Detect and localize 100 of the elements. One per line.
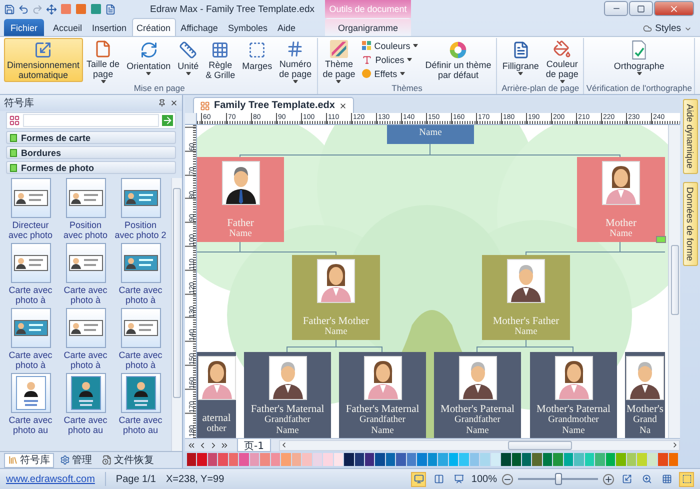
file-tab[interactable]: Fichier bbox=[4, 19, 44, 36]
collapse-icon[interactable] bbox=[656, 236, 666, 243]
card-thumbnail[interactable] bbox=[14, 255, 48, 271]
ribbon-button[interactable]: Effets bbox=[359, 67, 422, 80]
portrait-card-thumbnail[interactable] bbox=[16, 376, 46, 410]
color-swatch[interactable] bbox=[564, 453, 574, 466]
color-swatch[interactable] bbox=[574, 453, 584, 466]
color-swatch[interactable] bbox=[532, 453, 542, 466]
color-swatch[interactable] bbox=[553, 453, 563, 466]
color-swatch[interactable] bbox=[228, 453, 238, 466]
ribbon-button[interactable]: Marges bbox=[239, 38, 276, 82]
color-swatch[interactable] bbox=[323, 453, 333, 466]
arrow-right-icon[interactable] bbox=[162, 115, 173, 126]
zoom-out-icon[interactable] bbox=[502, 474, 513, 484]
color-swatch[interactable] bbox=[197, 453, 207, 466]
color-swatch[interactable] bbox=[470, 453, 480, 466]
ribbon-button[interactable]: Couleur de page bbox=[542, 38, 582, 82]
color-swatch[interactable] bbox=[626, 453, 636, 466]
color-swatch[interactable] bbox=[334, 453, 344, 466]
color-swatch[interactable] bbox=[270, 453, 280, 466]
panel-tab[interactable]: 符号库 bbox=[4, 452, 54, 468]
ribbon-button[interactable]: Orientation bbox=[124, 38, 174, 82]
color-swatch[interactable] bbox=[396, 453, 406, 466]
styles-button[interactable]: Styles bbox=[643, 23, 692, 34]
fit-width-button[interactable] bbox=[679, 472, 694, 486]
color-swatch[interactable] bbox=[606, 453, 616, 466]
color-swatch[interactable] bbox=[208, 453, 218, 466]
card-thumbnail[interactable] bbox=[68, 320, 102, 336]
page-tab[interactable]: 页-1 bbox=[237, 438, 271, 452]
ribbon-button[interactable]: Dimensionnement automatique bbox=[4, 38, 83, 82]
color-swatch[interactable] bbox=[406, 453, 416, 466]
color-swatch[interactable] bbox=[312, 453, 322, 466]
ribbon-tab[interactable]: Organigramme bbox=[325, 18, 411, 36]
color-swatch[interactable] bbox=[428, 453, 438, 466]
scrollbar[interactable] bbox=[668, 125, 680, 438]
ribbon-button[interactable]: Couleurs bbox=[359, 39, 422, 52]
card-thumbnail[interactable] bbox=[14, 190, 48, 206]
document-tab[interactable]: Family Tree Template.edx bbox=[193, 97, 354, 113]
ribbon-tab[interactable]: Affichage bbox=[176, 18, 223, 36]
card-thumbnail[interactable] bbox=[124, 190, 158, 206]
color-swatch[interactable] bbox=[187, 453, 196, 466]
side-panel-tab[interactable]: Aide dynamique bbox=[682, 99, 698, 174]
person-node[interactable]: Father's Maternal Grandfather Name bbox=[244, 352, 331, 438]
category-header[interactable]: Formes de carte bbox=[6, 131, 176, 144]
ribbon-button[interactable]: Unité bbox=[174, 38, 202, 82]
color-swatch[interactable] bbox=[595, 453, 605, 466]
maximize-button[interactable] bbox=[629, 1, 653, 16]
minimize-button[interactable] bbox=[604, 1, 628, 16]
color-swatch[interactable] bbox=[218, 453, 228, 466]
color-swatch[interactable] bbox=[522, 453, 532, 466]
portrait-card-thumbnail[interactable] bbox=[126, 376, 156, 410]
scrollbar[interactable] bbox=[171, 178, 182, 451]
ribbon-tab[interactable]: Création bbox=[132, 18, 176, 36]
ribbon-button[interactable]: Filligrane bbox=[499, 38, 542, 82]
ribbon-tab[interactable]: Accueil bbox=[48, 18, 88, 36]
card-thumbnail[interactable] bbox=[124, 255, 158, 271]
library-combo-box[interactable] bbox=[23, 114, 159, 127]
color-swatch[interactable] bbox=[459, 453, 469, 466]
color-swatch[interactable] bbox=[354, 453, 364, 466]
color-swatch[interactable] bbox=[281, 453, 291, 466]
color-swatch[interactable] bbox=[637, 453, 647, 466]
color-swatch[interactable] bbox=[260, 453, 270, 466]
person-node[interactable]: Mother's Grand Na bbox=[625, 352, 665, 438]
ribbon-button[interactable]: Polices bbox=[359, 53, 422, 66]
person-node[interactable]: Mother's Paternal Grandfather Name bbox=[434, 352, 521, 438]
color-swatch[interactable] bbox=[542, 453, 552, 466]
close-button[interactable] bbox=[654, 1, 694, 16]
panel-tab[interactable]: 管理 bbox=[56, 452, 96, 468]
ribbon-button[interactable]: Thème de page bbox=[320, 38, 358, 82]
category-header[interactable]: Formes de photo bbox=[6, 161, 176, 174]
color-swatch[interactable] bbox=[584, 453, 594, 466]
ribbon-button[interactable]: Taille de page bbox=[84, 38, 123, 82]
zoom-in-icon[interactable] bbox=[603, 474, 614, 484]
ribbon-button[interactable]: Orthographe bbox=[610, 38, 668, 82]
scrollbar[interactable] bbox=[278, 440, 680, 450]
person-node[interactable]: aternal other bbox=[197, 352, 236, 438]
panel-tab[interactable]: 文件恢复 bbox=[98, 452, 158, 468]
color-swatch[interactable] bbox=[658, 453, 668, 466]
color-swatch[interactable] bbox=[668, 453, 678, 466]
color-swatch[interactable] bbox=[648, 453, 658, 466]
normal-view-button[interactable] bbox=[411, 472, 426, 486]
color-swatch[interactable] bbox=[448, 453, 458, 466]
color-swatch[interactable] bbox=[438, 453, 448, 466]
ribbon-button[interactable]: Définir un thème par défaut bbox=[422, 38, 494, 82]
color-swatch[interactable] bbox=[417, 453, 427, 466]
ribbon-tab[interactable]: Symboles bbox=[222, 18, 272, 36]
ribbon-tab[interactable]: Insertion bbox=[87, 18, 132, 36]
color-swatch[interactable] bbox=[250, 453, 260, 466]
person-node[interactable]: Mother's Paternal Grandmother Name bbox=[530, 352, 617, 438]
color-swatch[interactable] bbox=[512, 453, 521, 466]
category-header[interactable]: Bordures bbox=[6, 146, 176, 159]
color-swatch[interactable] bbox=[344, 453, 354, 466]
side-panel-tab[interactable]: Données de forme bbox=[682, 182, 698, 266]
card-thumbnail[interactable] bbox=[124, 320, 158, 336]
color-swatch[interactable] bbox=[239, 453, 249, 466]
color-swatch[interactable] bbox=[364, 453, 374, 466]
color-swatch[interactable] bbox=[386, 453, 396, 466]
ribbon-button[interactable]: Numéro de page bbox=[276, 38, 315, 82]
color-swatch[interactable] bbox=[480, 453, 490, 466]
ribbon-button[interactable]: Règle & Grille bbox=[202, 38, 238, 82]
